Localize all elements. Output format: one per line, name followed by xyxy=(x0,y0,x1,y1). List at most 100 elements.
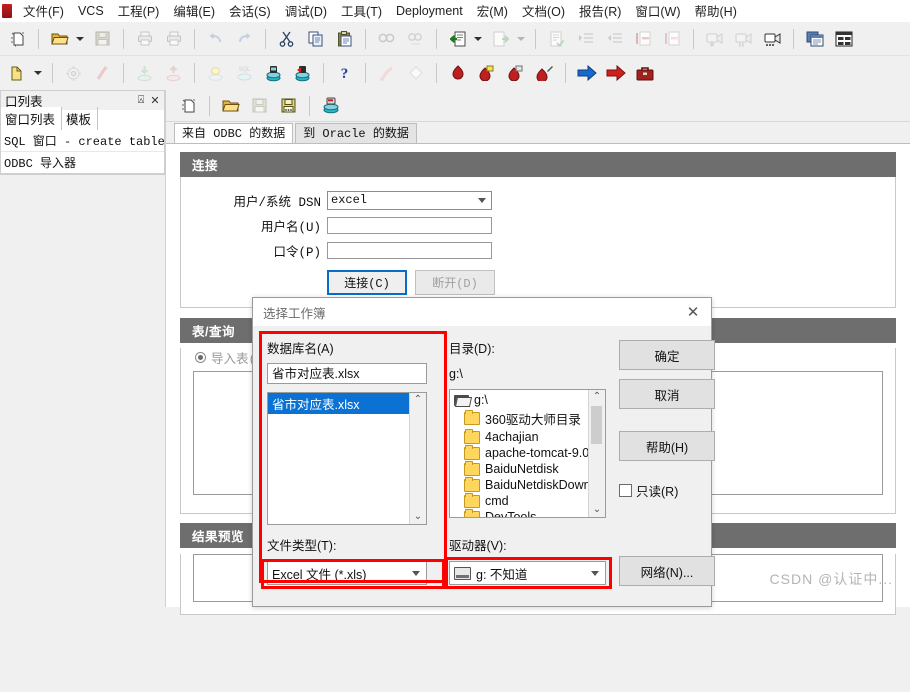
ok-button[interactable]: 确定 xyxy=(619,340,715,370)
copy-icon[interactable] xyxy=(303,26,328,51)
tree-item[interactable]: DevTools xyxy=(450,508,605,517)
print-icon xyxy=(132,26,157,51)
menu-item-window[interactable]: 窗口(W) xyxy=(628,0,687,22)
sql-window-dropdown-icon[interactable] xyxy=(32,62,43,85)
execute-dropdown-icon[interactable] xyxy=(472,27,483,50)
scroll-down-icon[interactable]: ⌄ xyxy=(593,503,601,517)
menu-item-session[interactable]: 会话(S) xyxy=(222,0,278,22)
dock-list: SQL 窗口 - create table csd ODBC 导入器 xyxy=(0,130,165,175)
username-input[interactable] xyxy=(327,217,492,234)
menu-item-deployment[interactable]: Deployment xyxy=(389,2,470,20)
odbc-connect-icon[interactable] xyxy=(318,93,343,118)
open-session-icon[interactable] xyxy=(218,93,243,118)
menu-item-file[interactable]: 文件(F) xyxy=(16,0,71,22)
forward-blue-arrow-icon[interactable] xyxy=(574,61,599,86)
open-folder-icon[interactable] xyxy=(47,26,72,51)
folder-icon xyxy=(464,428,480,444)
new-session-icon[interactable] xyxy=(176,93,201,118)
directory-label: 目录(D): xyxy=(449,342,495,356)
forward-red-arrow-icon[interactable] xyxy=(603,61,628,86)
menu-item-macro[interactable]: 宏(M) xyxy=(470,0,515,22)
odbc-exporter-icon[interactable] xyxy=(290,61,315,86)
play-macro-icon[interactable] xyxy=(760,26,785,51)
step-icon xyxy=(488,26,513,51)
password-input[interactable] xyxy=(327,242,492,259)
dock-tab-template[interactable]: 模板 xyxy=(62,107,99,130)
tree-item[interactable]: 360驱动大师目录 xyxy=(450,408,605,429)
sql-window-icon[interactable] xyxy=(5,61,30,86)
save-session-as-icon[interactable] xyxy=(276,93,301,118)
dock-tab-window-list[interactable]: 窗口列表 xyxy=(1,107,63,130)
network-button[interactable]: 网络(N)... xyxy=(619,556,715,586)
help-question-icon[interactable]: ? xyxy=(332,61,357,86)
menu-item-vcs[interactable]: VCS xyxy=(71,2,111,20)
menu-item-tools[interactable]: 工具(T) xyxy=(334,0,389,22)
list-item[interactable]: SQL 窗口 - create table csd xyxy=(1,130,164,152)
directory-treebox[interactable]: g:\ 360驱动大师目录 4achajian apache-tomcat-9.… xyxy=(449,389,606,518)
toolbox-icon[interactable] xyxy=(632,61,657,86)
tree-item-root[interactable]: g:\ xyxy=(450,392,605,408)
cascade-windows-icon[interactable] xyxy=(802,26,827,51)
help-button[interactable]: 帮助(H) xyxy=(619,431,715,461)
cut-icon[interactable] xyxy=(274,26,299,51)
tree-item[interactable]: BaiduNetdisk xyxy=(450,460,605,477)
menu-item-edit[interactable]: 编辑(E) xyxy=(166,0,222,22)
directory-scrollbar[interactable]: ⌃ ⌄ xyxy=(588,390,605,517)
file-type-select[interactable]: Excel 文件 (*.xls) xyxy=(267,561,427,585)
save-icon xyxy=(90,26,115,51)
beautifier-icon[interactable] xyxy=(445,61,470,86)
readonly-row[interactable]: 只读(R) xyxy=(619,481,719,500)
connection-group-body: 用户/系统 DSN excel 用户名(U) 口令(P) 连接(C) 断开(D) xyxy=(180,177,896,308)
tile-windows-icon[interactable] xyxy=(831,26,856,51)
menu-item-help[interactable]: 帮助(H) xyxy=(688,0,744,22)
close-icon[interactable]: ✕ xyxy=(148,94,162,107)
connection-group: 连接 用户/系统 DSN excel 用户名(U) 口令(P) 连接(C) 断开… xyxy=(180,152,896,308)
drive-column: 驱动器(V): g: 不知道 xyxy=(449,535,609,585)
radio-icon[interactable] xyxy=(195,352,206,363)
check-script-icon xyxy=(544,26,569,51)
file-list-scrollbar[interactable]: ⌃ ⌄ xyxy=(409,393,426,524)
open-dropdown-icon[interactable] xyxy=(74,27,85,50)
odbc-importer-icon[interactable] xyxy=(261,61,286,86)
menu-item-project[interactable]: 工程(P) xyxy=(111,0,167,22)
marker-gray-icon[interactable] xyxy=(503,61,528,86)
scrollbar-thumb[interactable] xyxy=(591,406,602,444)
tree-item-label: g:\ xyxy=(474,393,488,407)
drive-select[interactable]: g: 不知道 xyxy=(449,561,606,585)
current-path-text: g:\ xyxy=(449,367,463,381)
tree-item-label: 4achajian xyxy=(485,430,539,444)
pin-icon[interactable]: ⍓ xyxy=(134,94,148,107)
close-icon[interactable]: ✕ xyxy=(675,298,711,326)
menu-item-debug[interactable]: 调试(D) xyxy=(278,0,334,22)
select-workbook-dialog: 选择工作簿 ✕ 数据库名(A) 省市对应表.xlsx 省市对应表.xlsx ⌃ … xyxy=(252,297,715,607)
paste-icon[interactable] xyxy=(332,26,357,51)
dsn-select[interactable]: excel xyxy=(327,191,492,210)
cancel-button[interactable]: 取消 xyxy=(619,379,715,409)
file-listbox[interactable]: 省市对应表.xlsx ⌃ ⌄ xyxy=(267,392,427,525)
tree-item[interactable]: apache-tomcat-9.0. xyxy=(450,444,605,461)
list-item[interactable]: 省市对应表.xlsx xyxy=(268,393,426,414)
new-window-icon[interactable] xyxy=(5,26,30,51)
data-source-tabs: 来自 ODBC 的数据 到 Oracle 的数据 xyxy=(166,122,910,145)
menu-item-report[interactable]: 报告(R) xyxy=(572,0,628,22)
disconnect-button[interactable]: 断开(D) xyxy=(415,270,495,295)
execute-icon[interactable] xyxy=(445,26,470,51)
list-item[interactable]: ODBC 导入器 xyxy=(1,152,164,174)
scroll-down-icon[interactable]: ⌄ xyxy=(414,510,422,524)
marker-pen-icon[interactable] xyxy=(532,61,557,86)
connect-button[interactable]: 连接(C) xyxy=(327,270,407,295)
menu-item-document[interactable]: 文档(O) xyxy=(515,0,572,22)
marker-yellow-icon[interactable] xyxy=(474,61,499,86)
tree-item[interactable]: cmd xyxy=(450,492,605,509)
chevron-down-icon xyxy=(412,570,420,576)
scroll-up-icon[interactable]: ⌃ xyxy=(414,393,422,407)
scroll-up-icon[interactable]: ⌃ xyxy=(593,390,601,404)
tree-item[interactable]: 4achajian xyxy=(450,428,605,445)
database-name-input[interactable]: 省市对应表.xlsx xyxy=(267,363,427,384)
pane-toolbar xyxy=(166,90,910,122)
tab-from-odbc[interactable]: 来自 ODBC 的数据 xyxy=(174,123,294,145)
tree-item[interactable]: BaiduNetdiskDown xyxy=(450,476,605,493)
tab-to-oracle[interactable]: 到 Oracle 的数据 xyxy=(295,123,417,144)
readonly-checkbox[interactable] xyxy=(619,484,632,497)
chevron-down-icon xyxy=(478,198,486,203)
